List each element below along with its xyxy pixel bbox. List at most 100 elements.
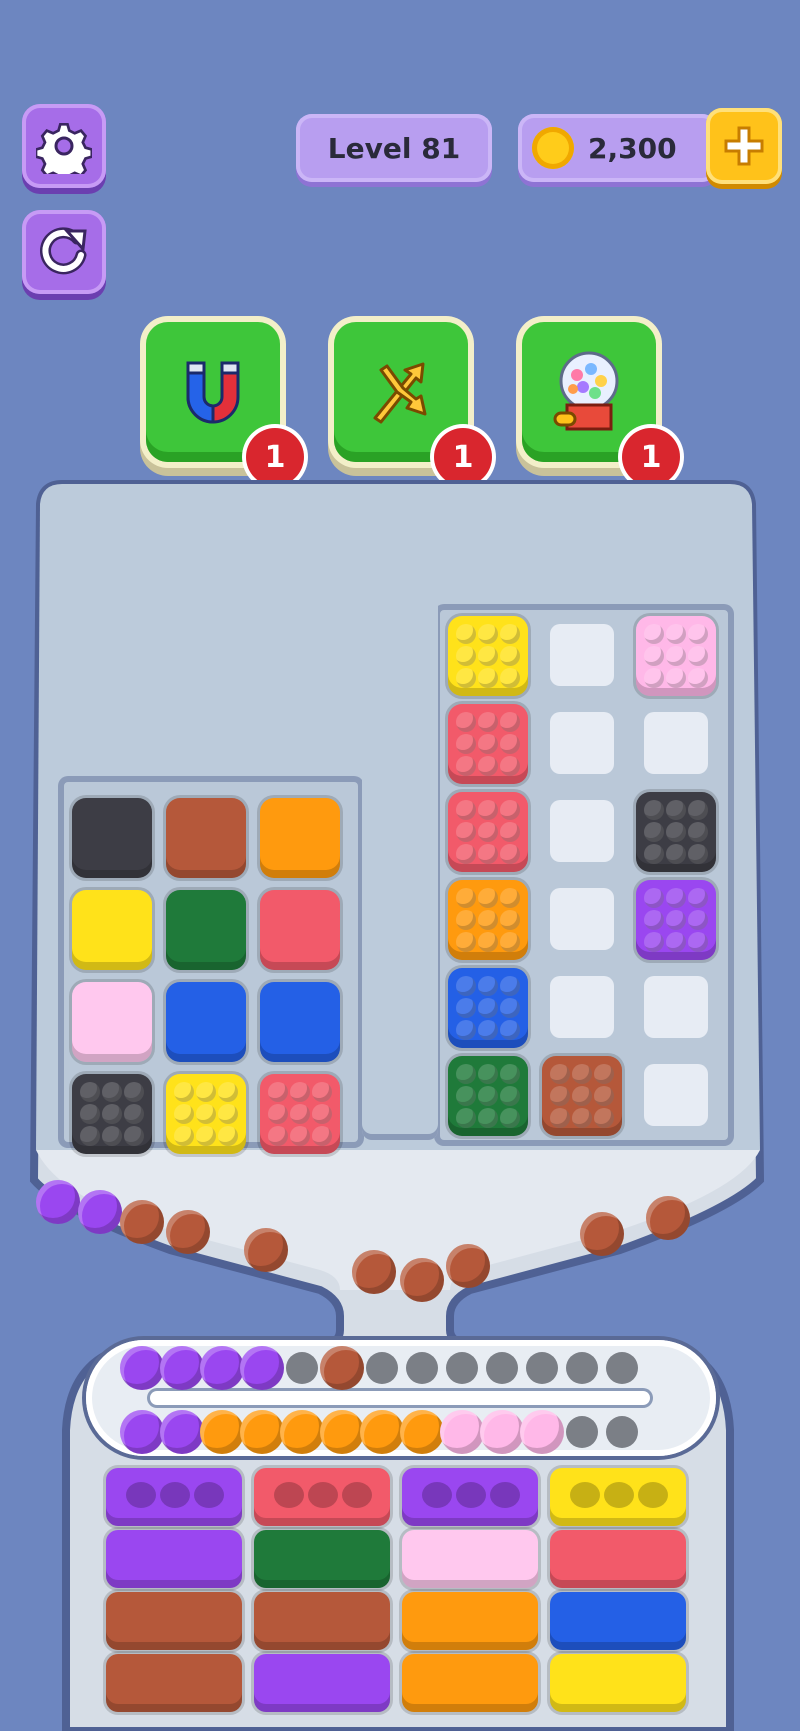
tray-top-red[interactable] <box>254 1468 390 1526</box>
tray-cup <box>638 1482 668 1508</box>
tray-layer-pink <box>402 1530 538 1588</box>
tray-cup <box>194 1482 224 1508</box>
coin-amount: 2,300 <box>588 131 677 165</box>
ball-purple <box>78 1190 122 1234</box>
tray-cup <box>126 1482 156 1508</box>
block-tile-red[interactable] <box>260 890 340 970</box>
conveyor-ball-purple <box>160 1346 204 1390</box>
empty-slot <box>550 624 614 686</box>
tray-cup <box>456 1482 486 1508</box>
conveyor-ball-orange <box>360 1410 404 1454</box>
block-tile-purple[interactable] <box>636 880 716 960</box>
tray-cup <box>274 1482 304 1508</box>
block-tile-brown[interactable] <box>542 1056 622 1136</box>
conveyor-ball-orange <box>320 1410 364 1454</box>
block-tile-red[interactable] <box>448 704 528 784</box>
tray-layer-yellow <box>550 1654 686 1712</box>
level-indicator: Level 81 <box>296 114 492 182</box>
block-tile-orange[interactable] <box>260 798 340 878</box>
ball-purple <box>36 1180 80 1224</box>
tray-cup <box>422 1482 452 1508</box>
block-tile-blue[interactable] <box>260 982 340 1062</box>
block-tile-blue[interactable] <box>166 982 246 1062</box>
block-tile-orange[interactable] <box>448 880 528 960</box>
tray-top-yellow[interactable] <box>550 1468 686 1526</box>
block-tile-black[interactable] <box>636 792 716 872</box>
empty-slot <box>644 976 708 1038</box>
tray-top-purple[interactable] <box>402 1468 538 1526</box>
block-tile-yellow[interactable] <box>166 1074 246 1154</box>
tray-layer-brown <box>254 1592 390 1650</box>
ball-brown <box>352 1250 396 1294</box>
tray-layer-orange <box>402 1592 538 1650</box>
gumball-booster[interactable]: 1 <box>522 322 680 486</box>
empty-slot <box>644 1064 708 1126</box>
empty-slot <box>550 800 614 862</box>
restart-button[interactable] <box>22 210 106 294</box>
block-tile-green[interactable] <box>448 1056 528 1136</box>
block-tile-red[interactable] <box>448 792 528 872</box>
tray-layer-purple <box>254 1654 390 1712</box>
tray-layer-red <box>550 1530 686 1588</box>
conveyor-ball-purple <box>240 1346 284 1390</box>
conveyor-slot <box>486 1352 518 1384</box>
tray-top-purple[interactable] <box>106 1468 242 1526</box>
gumball-machine-icon <box>553 351 619 431</box>
tray-cup <box>604 1482 634 1508</box>
ball-brown <box>446 1244 490 1288</box>
conveyor-ball-light_pink <box>440 1410 484 1454</box>
block-tile-brown[interactable] <box>166 798 246 878</box>
plus-icon <box>724 126 764 166</box>
conveyor-ball-purple <box>120 1346 164 1390</box>
empty-slot <box>644 712 708 774</box>
tray-layer-brown <box>106 1592 242 1650</box>
block-tile-light_pink[interactable] <box>636 616 716 696</box>
empty-slot <box>550 976 614 1038</box>
block-tile-blue[interactable] <box>448 968 528 1048</box>
ball-brown <box>646 1196 690 1240</box>
add-coins-button[interactable] <box>706 108 782 184</box>
block-tile-red[interactable] <box>260 1074 340 1154</box>
tray-layer-green <box>254 1530 390 1588</box>
level-label: Level 81 <box>327 131 461 165</box>
tray-layer-brown <box>106 1654 242 1712</box>
tray-cup <box>570 1482 600 1508</box>
conveyor-slot <box>566 1352 598 1384</box>
conveyor-slot <box>286 1352 318 1384</box>
tray-cup <box>308 1482 338 1508</box>
magnet-booster[interactable]: 1 <box>146 322 304 486</box>
shuffle-booster[interactable]: 1 <box>334 322 492 486</box>
settings-button[interactable] <box>22 104 106 188</box>
magnet-icon <box>186 361 240 424</box>
block-tile-yellow[interactable] <box>448 616 528 696</box>
conveyor-ball-purple <box>160 1410 204 1454</box>
conveyor-slot <box>526 1352 558 1384</box>
empty-slot <box>550 712 614 774</box>
center-divider <box>362 600 438 1140</box>
shuffle-arrows-icon <box>373 362 427 424</box>
tray-cup <box>160 1482 190 1508</box>
tray-layer-purple <box>106 1530 242 1588</box>
ball-brown <box>244 1228 288 1272</box>
conveyor-ball-orange <box>280 1410 324 1454</box>
conveyor-ball-orange <box>240 1410 284 1454</box>
conveyor-ball-purple <box>200 1346 244 1390</box>
block-tile-yellow[interactable] <box>72 890 152 970</box>
conveyor-slot <box>606 1352 638 1384</box>
conveyor-slot <box>606 1416 638 1448</box>
conveyor-ball-light_pink <box>520 1410 564 1454</box>
tray-layer-blue <box>550 1592 686 1650</box>
gear-icon <box>36 122 92 174</box>
tray-cup <box>490 1482 520 1508</box>
empty-slot <box>550 888 614 950</box>
ball-brown <box>166 1210 210 1254</box>
conveyor-ball-purple <box>120 1410 164 1454</box>
restart-icon <box>40 227 87 275</box>
tray-cup <box>342 1482 372 1508</box>
conveyor-slot <box>446 1352 478 1384</box>
block-tile-black[interactable] <box>72 798 152 878</box>
coin-counter: 2,300 <box>518 114 718 182</box>
block-tile-green[interactable] <box>166 890 246 970</box>
block-tile-pink[interactable] <box>72 982 152 1062</box>
block-tile-black[interactable] <box>72 1074 152 1154</box>
